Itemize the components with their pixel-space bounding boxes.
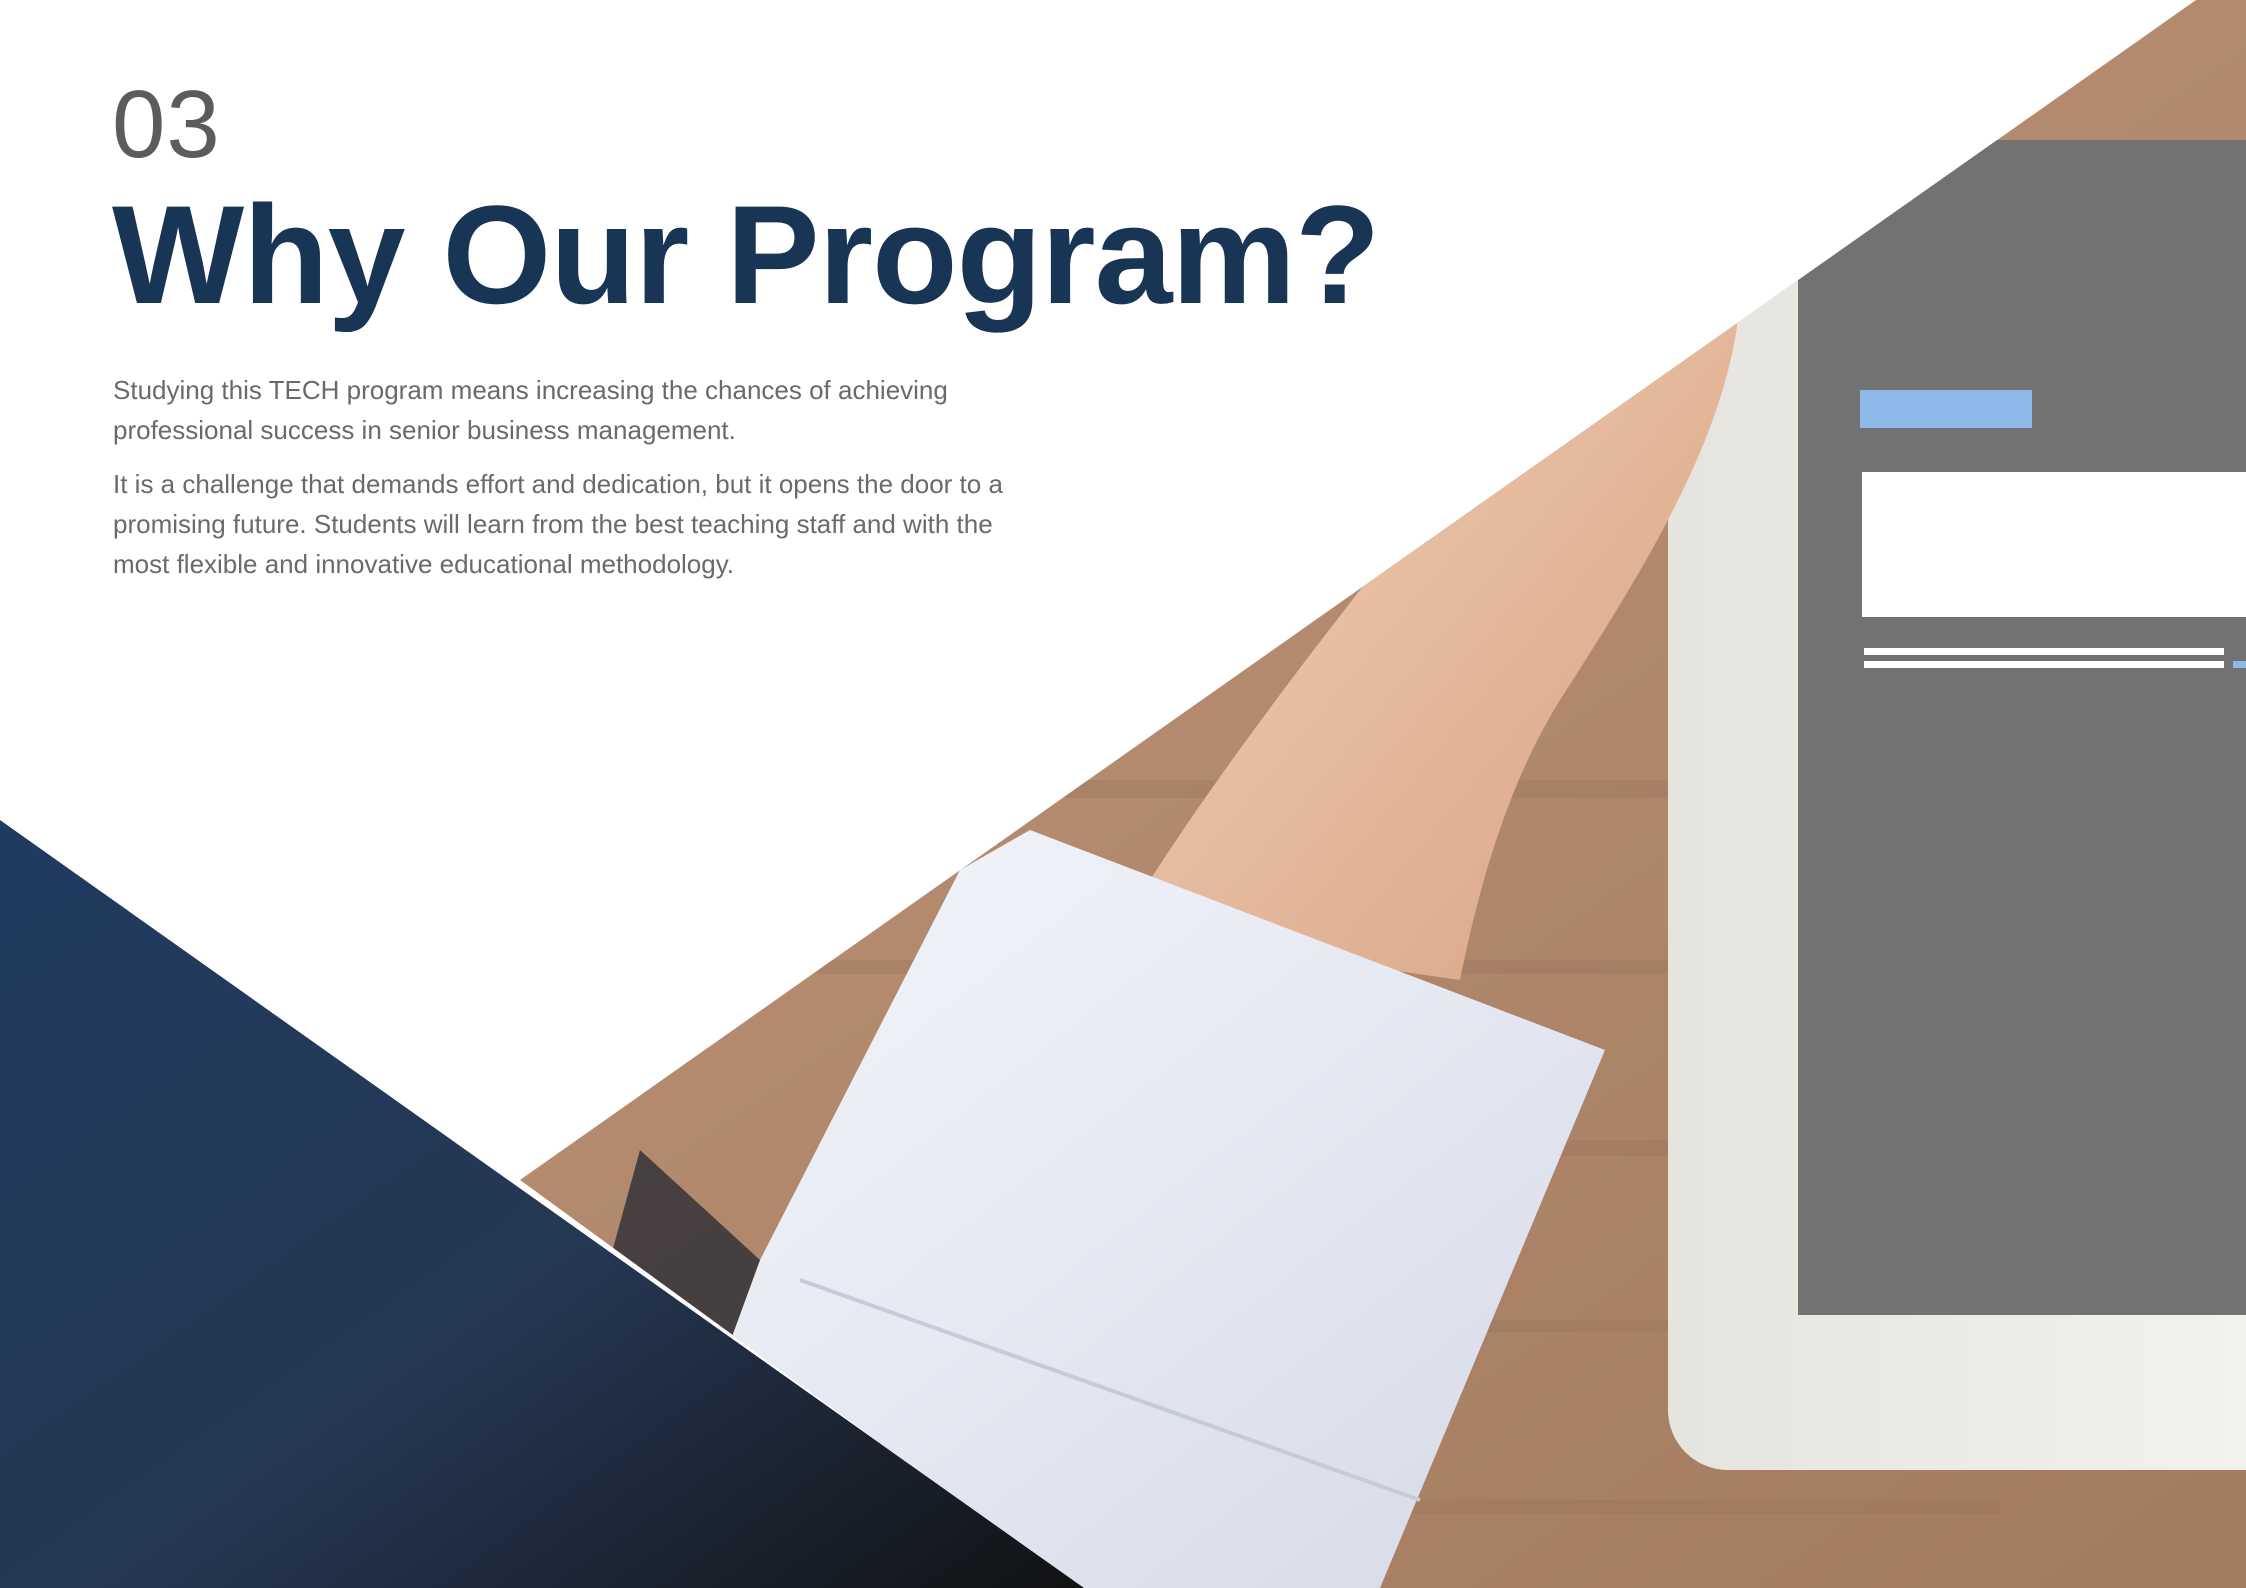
section-number: 03 xyxy=(112,71,221,178)
page-title: Why Our Program? xyxy=(112,176,1380,333)
body-text: Studying this TECH program means increas… xyxy=(113,370,1013,598)
body-paragraph: Studying this TECH program means increas… xyxy=(113,375,948,445)
body-paragraph: It is a challenge that demands effort an… xyxy=(113,469,1003,579)
brochure-page: 03 Why Our Program? Studying this TECH p… xyxy=(0,0,2246,1588)
